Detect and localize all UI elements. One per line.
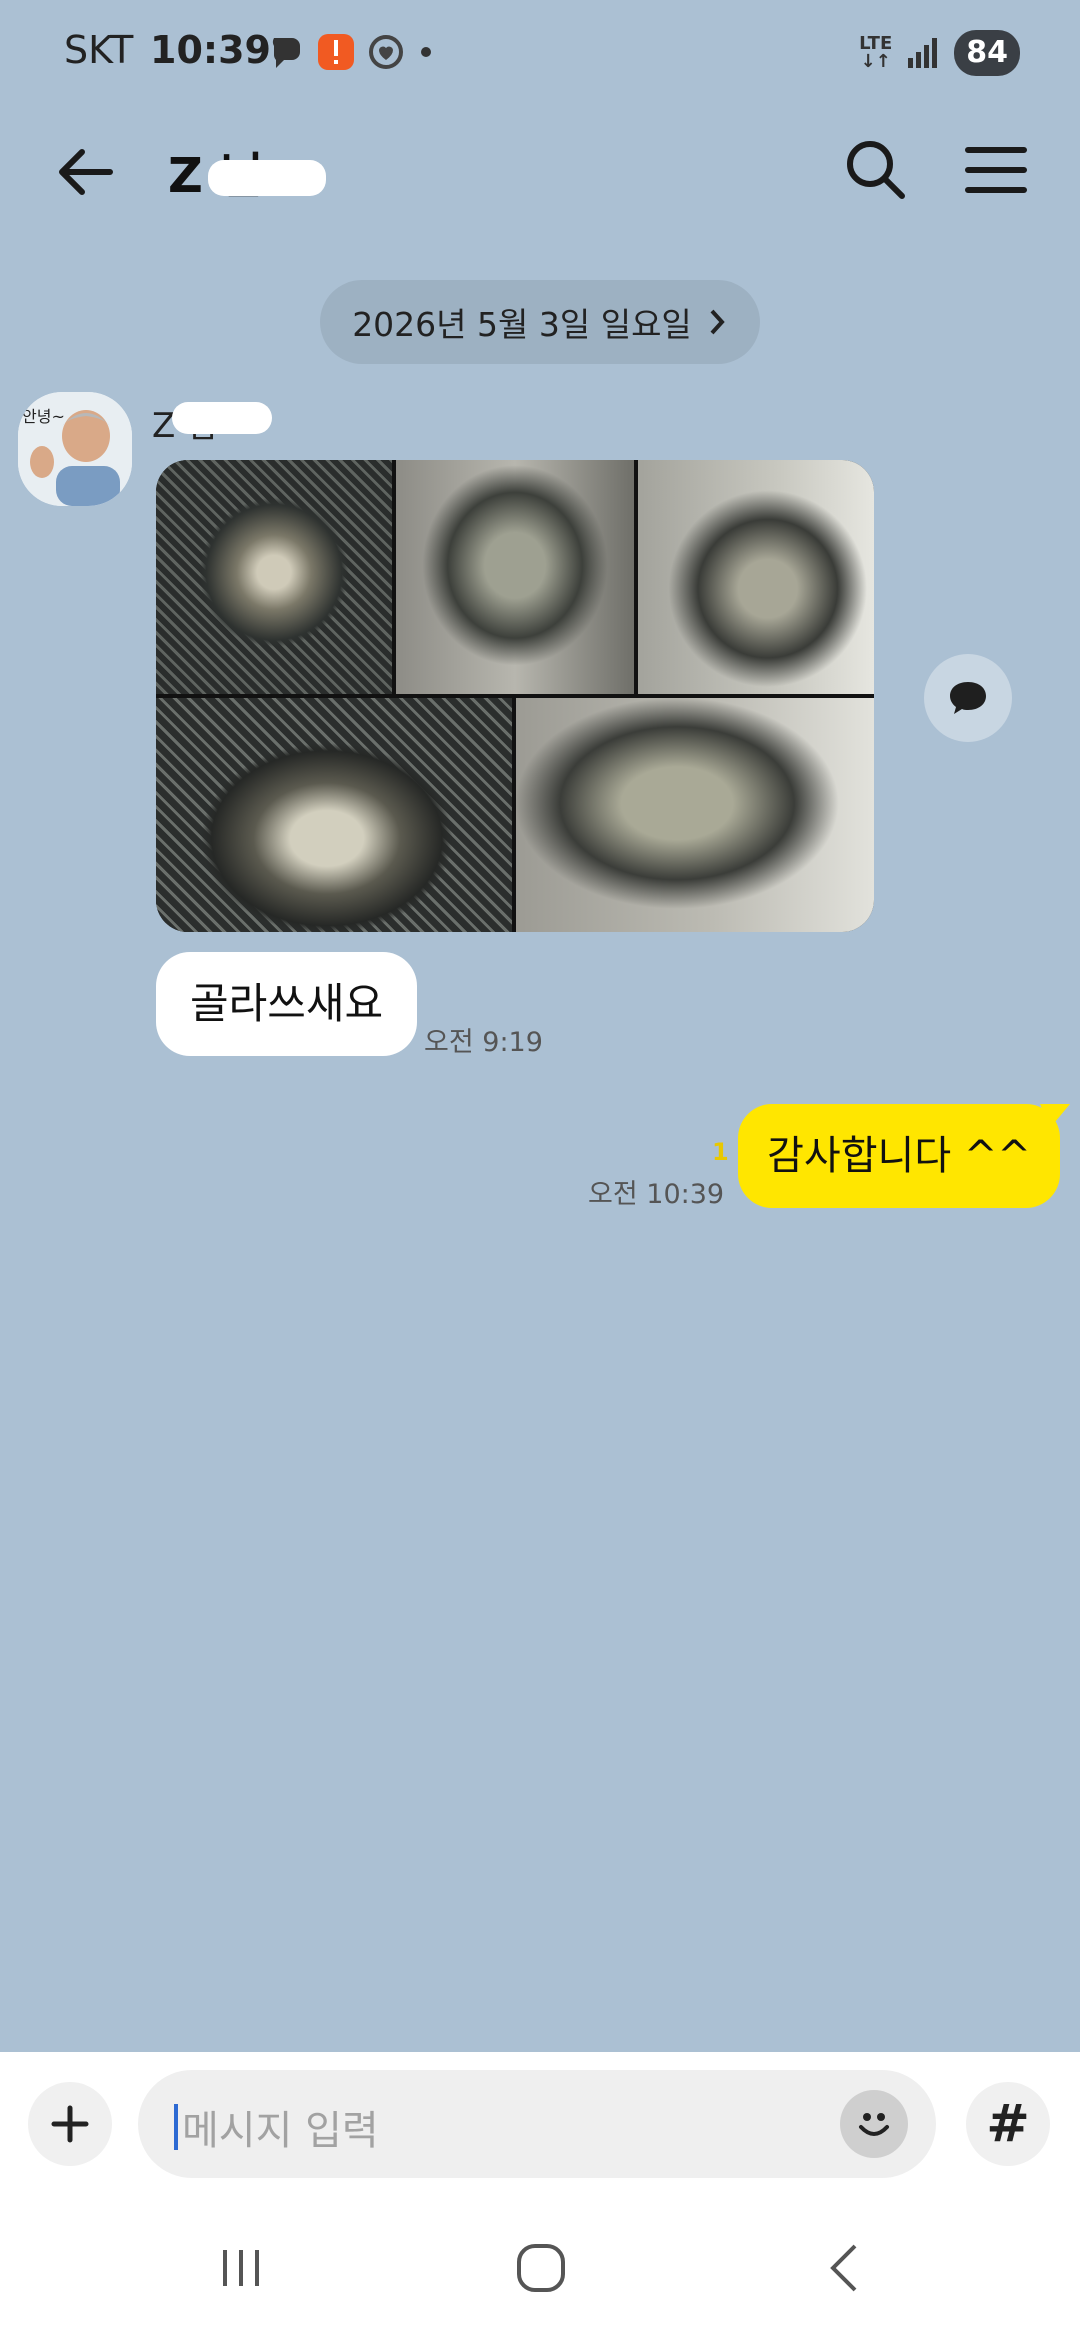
outgoing-message-time: 오전 10:39 [588, 1179, 725, 1210]
attach-button[interactable] [28, 2082, 112, 2166]
smiley-icon [859, 2113, 889, 2136]
avatar-image: 안녕~ [18, 392, 132, 506]
recent-apps-button[interactable] [196, 2228, 286, 2308]
redaction-mark [172, 402, 272, 434]
back-nav-button[interactable] [800, 2228, 890, 2308]
alert-notification-icon [318, 34, 354, 70]
dot-icon [421, 47, 431, 57]
message-placeholder: 메시지 입력 [182, 2108, 379, 2154]
battery-level: 84 [954, 30, 1020, 76]
home-button[interactable] [496, 2228, 586, 2308]
data-arrows-icon: ↓↑ [860, 51, 891, 72]
message-input-bar: 메시지 입력 # [0, 2052, 1080, 2192]
recent-apps-icon [223, 2250, 259, 2286]
back-button[interactable] [46, 132, 126, 212]
lte-indicator: LTE ↓↑ [859, 33, 893, 72]
unread-count: 1 [712, 1138, 729, 1166]
avatar[interactable]: 안녕~ [18, 392, 132, 506]
photo-thumbnail[interactable] [638, 460, 874, 694]
status-bar: SKT 10:39 LTE ↓↑ 84 [0, 0, 1080, 100]
speech-bubble-icon [950, 682, 986, 714]
photo-thumbnail[interactable] [156, 460, 392, 694]
home-icon [517, 2244, 565, 2292]
plus-icon [51, 2105, 89, 2143]
incoming-message-time: 오전 9:19 [424, 1027, 543, 1058]
photo-album[interactable] [156, 460, 874, 932]
hashtag-button[interactable]: # [966, 2082, 1050, 2166]
back-arrow-icon [59, 149, 113, 195]
chat-header: Z 님 [0, 110, 1080, 220]
hashtag-icon: # [986, 2094, 1030, 2154]
date-divider[interactable]: 2026년 5월 3일 일요일 [320, 280, 760, 364]
notification-icons [266, 30, 436, 74]
redaction-mark [208, 160, 326, 196]
outgoing-message-bubble[interactable]: 감사합니다 ^^ [738, 1104, 1060, 1208]
photo-thumbnail[interactable] [156, 698, 512, 932]
hamburger-menu-icon [965, 147, 1027, 193]
search-icon [847, 141, 905, 199]
clock: 10:39 [150, 28, 271, 72]
photo-thumbnail[interactable] [516, 698, 874, 932]
photo-thumbnail[interactable] [396, 460, 634, 694]
emoticon-button[interactable] [840, 2090, 908, 2158]
system-nav-bar [0, 2192, 1080, 2340]
incoming-message-bubble[interactable]: 골라쓰새요 [156, 952, 418, 1056]
svg-text:안녕~: 안녕~ [22, 407, 65, 426]
health-notification-icon [369, 35, 403, 69]
carrier-label: SKT [64, 28, 134, 72]
message-input[interactable]: 메시지 입력 [138, 2070, 936, 2178]
signal-icon [908, 38, 938, 68]
menu-button[interactable] [956, 130, 1036, 210]
chat-notification-icon [272, 38, 300, 68]
search-button[interactable] [836, 130, 916, 210]
bubble-tail [1040, 1104, 1070, 1128]
date-label: 2026년 5월 3일 일요일 [352, 305, 692, 344]
chevron-right-icon [710, 309, 725, 335]
status-right: LTE ↓↑ 84 [859, 28, 1020, 78]
share-button[interactable] [924, 654, 1012, 742]
text-cursor [174, 2104, 178, 2150]
back-chevron-icon [830, 2244, 857, 2292]
